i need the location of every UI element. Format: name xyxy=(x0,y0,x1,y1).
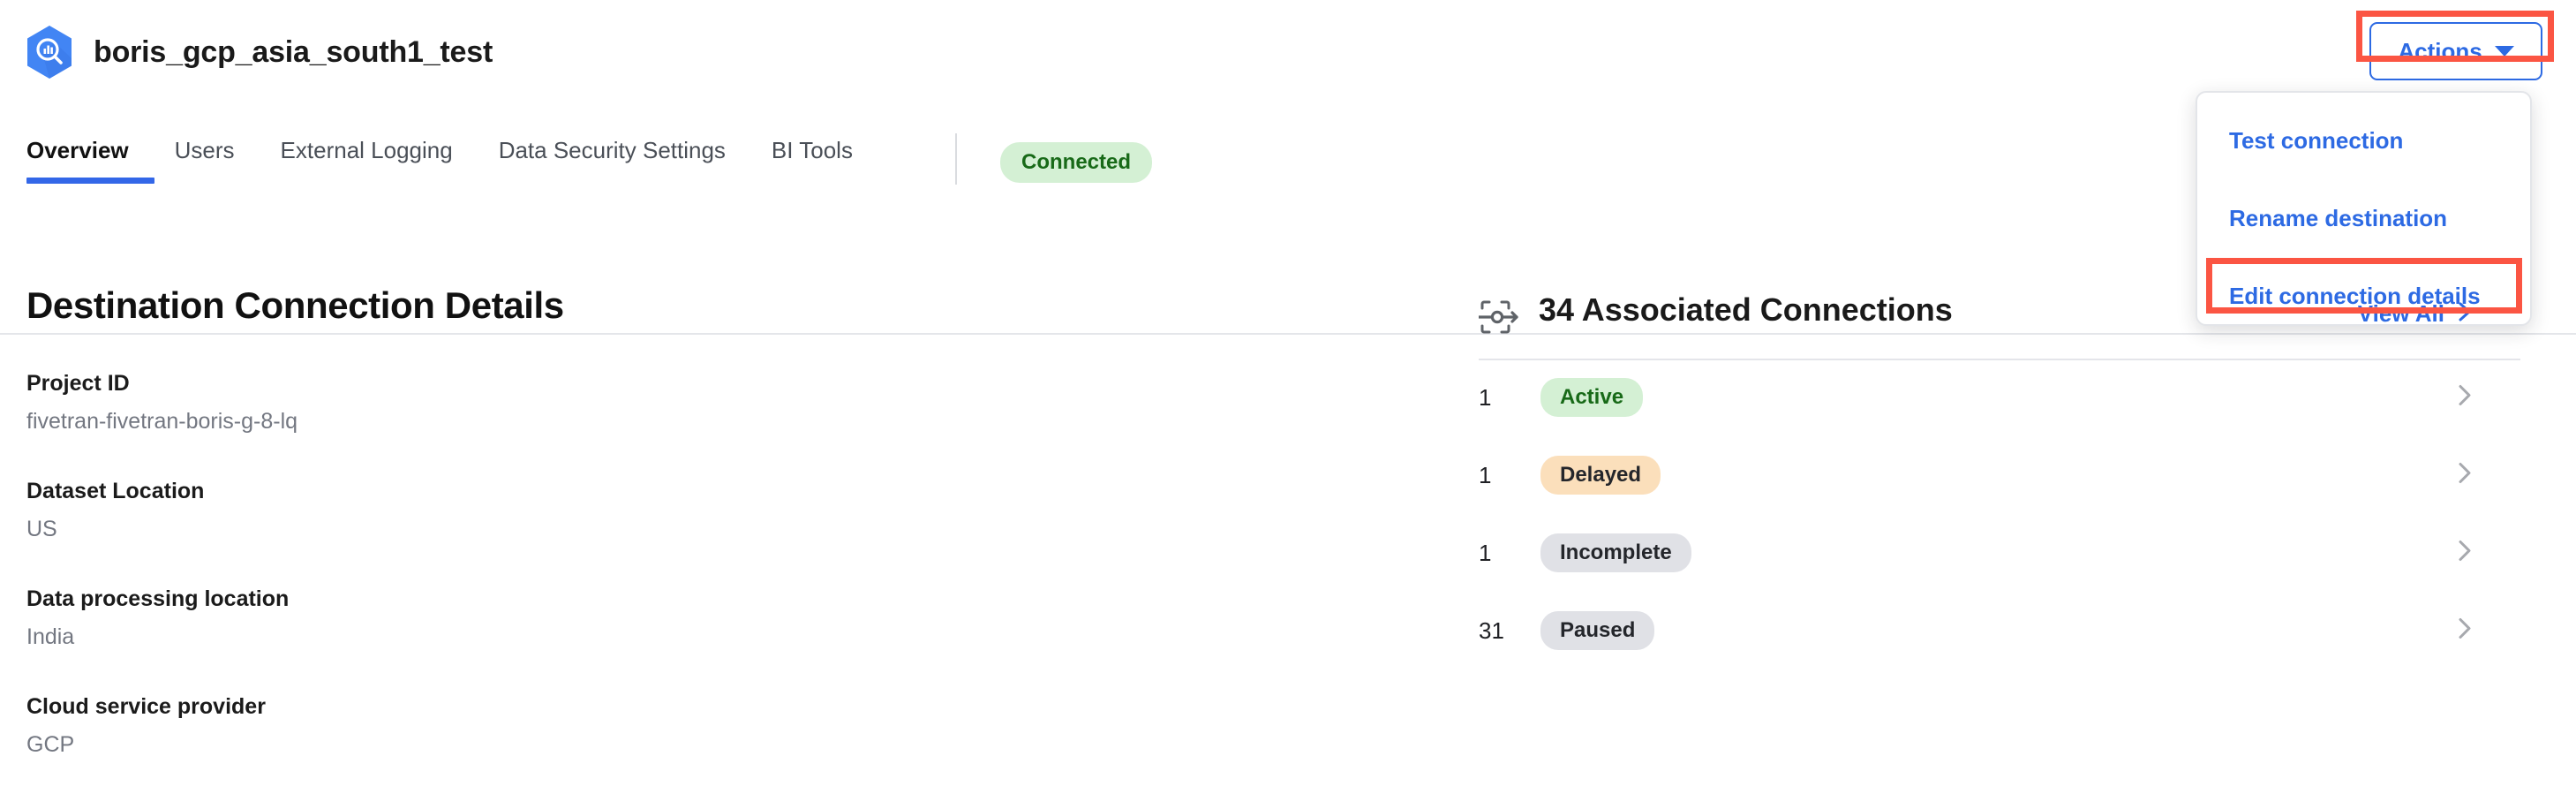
table-row[interactable]: 1 Delayed xyxy=(1479,436,2520,514)
connection-status-badge: Paused xyxy=(1540,611,1655,650)
chevron-right-icon[interactable] xyxy=(2458,617,2472,645)
connection-status-badge: Incomplete xyxy=(1540,533,1691,572)
tab-badge-divider xyxy=(955,133,957,185)
tab-bar: Overview Users External Logging Data Sec… xyxy=(0,133,2576,335)
tab-data-security-settings[interactable]: Data Security Settings xyxy=(476,137,749,184)
menu-item-test-connection-label: Test connection xyxy=(2229,126,2404,154)
actions-button[interactable]: Actions xyxy=(2369,22,2542,80)
actions-button-label: Actions xyxy=(2398,37,2482,64)
tab-external-logging[interactable]: External Logging xyxy=(258,137,476,184)
field-cloud-service-provider-label: Cloud service provider xyxy=(26,694,266,719)
tab-bi-tools-label: BI Tools xyxy=(771,137,853,163)
field-project-id-value: fivetran-fivetran-boris-g-8-lq xyxy=(26,409,298,434)
connection-count: 1 xyxy=(1479,383,1492,411)
destination-connection-details-panel: Destination Connection Details Project I… xyxy=(26,284,1439,758)
view-all-link[interactable]: View All xyxy=(2358,300,2471,328)
table-row[interactable]: 1 Incomplete xyxy=(1479,514,2520,592)
tab-data-security-settings-label: Data Security Settings xyxy=(498,137,726,163)
associated-connections-header: 34 Associated Connections View All xyxy=(1477,291,2520,360)
chevron-right-icon[interactable] xyxy=(2458,384,2472,412)
view-all-label: View All xyxy=(2357,300,2444,327)
menu-item-rename-destination[interactable]: Rename destination xyxy=(2197,179,2530,257)
connection-count: 1 xyxy=(1479,461,1492,488)
field-dataset-location-value: US xyxy=(26,517,57,541)
table-row[interactable]: 1 Active xyxy=(1479,359,2520,436)
connection-status-badge: Active xyxy=(1540,378,1644,417)
tab-overview[interactable]: Overview xyxy=(26,137,154,184)
page-title: boris_gcp_asia_south1_test xyxy=(94,34,493,69)
status-badge: Connected xyxy=(1000,142,1153,183)
section-title: Destination Connection Details xyxy=(26,284,564,326)
tab-users[interactable]: Users xyxy=(152,137,258,184)
chevron-right-icon[interactable] xyxy=(2458,462,2472,489)
active-tab-underline xyxy=(26,178,154,184)
chevron-right-icon xyxy=(2459,300,2471,328)
connection-count: 1 xyxy=(1479,539,1492,566)
connection-status-badge: Delayed xyxy=(1540,456,1661,495)
menu-item-rename-destination-label: Rename destination xyxy=(2229,204,2448,231)
destination-details-page: boris_gcp_asia_south1_test Overview User… xyxy=(0,0,2576,809)
tab-bi-tools[interactable]: BI Tools xyxy=(749,137,876,184)
field-dataset-location-label: Dataset Location xyxy=(26,479,205,503)
field-project-id: Project ID fivetran-fivetran-boris-g-8-l… xyxy=(26,371,1439,435)
field-cloud-service-provider-value: GCP xyxy=(26,732,75,757)
chevron-down-icon xyxy=(2494,46,2514,57)
chevron-right-icon[interactable] xyxy=(2458,540,2472,567)
field-dataset-location: Dataset Location US xyxy=(26,479,1439,542)
tab-list: Overview Users External Logging Data Sec… xyxy=(26,137,876,184)
field-data-processing-location-value: India xyxy=(26,624,75,649)
bigquery-hexagon-icon xyxy=(25,25,74,79)
page-header: boris_gcp_asia_south1_test xyxy=(0,0,2576,119)
field-data-processing-location-label: Data processing location xyxy=(26,586,290,611)
connections-transfer-icon xyxy=(1477,299,1519,336)
destination-identity: boris_gcp_asia_south1_test xyxy=(25,25,493,79)
associated-connections-panel: 34 Associated Connections View All 1 Act… xyxy=(1477,291,2520,650)
field-cloud-service-provider: Cloud service provider GCP xyxy=(26,694,1439,758)
tab-users-label: Users xyxy=(174,137,235,163)
tab-external-logging-label: External Logging xyxy=(280,137,453,163)
connection-status-list: 1 Active 1 Delayed 1 Incomplete 31 Pause… xyxy=(1479,359,2520,669)
connection-count: 31 xyxy=(1479,616,1504,644)
tab-overview-label: Overview xyxy=(26,137,129,163)
menu-item-test-connection[interactable]: Test connection xyxy=(2197,102,2530,179)
associated-connections-title: 34 Associated Connections xyxy=(1539,291,1953,328)
table-row[interactable]: 31 Paused xyxy=(1479,592,2520,669)
field-project-id-label: Project ID xyxy=(26,371,130,396)
field-data-processing-location: Data processing location India xyxy=(26,586,1439,650)
